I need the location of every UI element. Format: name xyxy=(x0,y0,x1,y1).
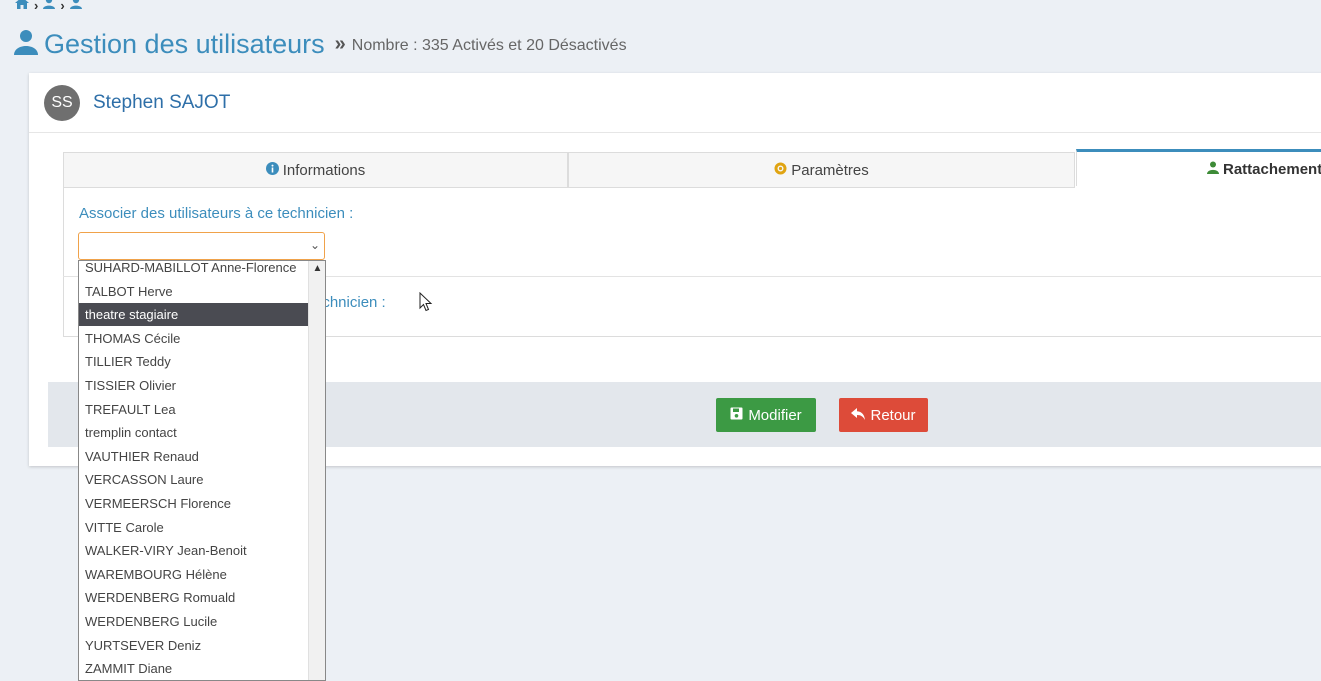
list-item[interactable]: VAUTHIER Renaud xyxy=(79,445,308,468)
select-dropdown-list[interactable]: SUHARD-MABILLOT Anne-Florence TALBOT Her… xyxy=(78,260,326,681)
back-button[interactable]: Retour xyxy=(839,398,928,432)
list-item[interactable]: TREFAULT Lea xyxy=(79,398,308,421)
list-item[interactable]: WERDENBERG Lucile xyxy=(79,610,308,633)
list-item[interactable]: WERDENBERG Romuald xyxy=(79,586,308,609)
chevron-up-icon[interactable]: ▲ xyxy=(309,263,325,274)
tab-label: Informations xyxy=(282,161,366,179)
save-label: Modifier xyxy=(748,406,802,424)
chevron-down-icon: ⌄ xyxy=(309,238,320,252)
list-item[interactable]: TILLIER Teddy xyxy=(79,350,308,373)
chevron-right-icon: › xyxy=(34,0,39,13)
tab-label: Paramètres xyxy=(791,161,869,179)
associate-label: Associer des utilisateurs à ce technicie… xyxy=(79,205,354,222)
breadcrumb: › › xyxy=(14,0,83,14)
user-count: Nombre : 335 Activés et 20 Désactivés xyxy=(351,37,627,54)
list-item[interactable]: WALKER-VIRY Jean-Benoit xyxy=(79,539,308,562)
page-title: Gestion des utilisateurs xyxy=(44,28,325,59)
list-item[interactable]: WAREMBOURG Hélène xyxy=(79,563,308,586)
mouse-cursor-icon xyxy=(419,291,433,317)
reply-icon xyxy=(851,407,866,424)
list-item[interactable]: tremplin contact xyxy=(79,421,308,444)
avatar: SS xyxy=(44,85,80,121)
save-button[interactable]: Modifier xyxy=(716,398,816,432)
save-icon xyxy=(730,407,743,424)
user-icon[interactable] xyxy=(69,0,83,15)
list-item[interactable]: VERCASSON Laure xyxy=(79,468,308,491)
back-label: Retour xyxy=(870,406,916,424)
double-chevron-icon: » xyxy=(334,32,346,55)
card-header: SS Stephen SAJOT xyxy=(29,73,1321,133)
tab-rattachement[interactable]: Rattachement xyxy=(1076,149,1321,186)
tab-bar: Informations Paramètres Rattachement xyxy=(63,149,1321,188)
user-icon xyxy=(1207,161,1219,178)
page-header: Gestion des utilisateurs » Nombre : 335 … xyxy=(14,26,627,62)
list-item[interactable]: ZAMMIT Diane xyxy=(79,657,308,680)
list-item[interactable]: VITTE Carole xyxy=(79,516,308,539)
user-select[interactable]: ⌄ xyxy=(78,232,325,260)
list-item[interactable]: YURTSEVER Deniz xyxy=(79,634,308,657)
home-icon[interactable] xyxy=(14,0,30,15)
tab-informations[interactable]: Informations xyxy=(63,152,568,188)
tab-label: Rattachement xyxy=(1223,160,1321,178)
chevron-right-icon: › xyxy=(60,0,65,13)
info-icon xyxy=(265,161,279,179)
list-item[interactable]: THOMAS Cécile xyxy=(79,327,308,350)
user-icon xyxy=(14,29,38,60)
list-item-selected[interactable]: theatre stagiaire xyxy=(79,303,308,327)
list-item[interactable]: TISSIER Olivier xyxy=(79,374,308,397)
user-name: Stephen SAJOT xyxy=(93,92,231,113)
list-item[interactable]: VERMEERSCH Florence xyxy=(79,492,308,515)
scrollbar[interactable]: ▲ xyxy=(308,261,325,680)
gear-icon xyxy=(774,162,787,179)
user-icon[interactable] xyxy=(42,0,56,15)
tab-parametres[interactable]: Paramètres xyxy=(568,152,1075,188)
list-item[interactable]: SUHARD-MABILLOT Anne-Florence xyxy=(79,261,308,279)
list-item[interactable]: TALBOT Herve xyxy=(79,280,308,303)
